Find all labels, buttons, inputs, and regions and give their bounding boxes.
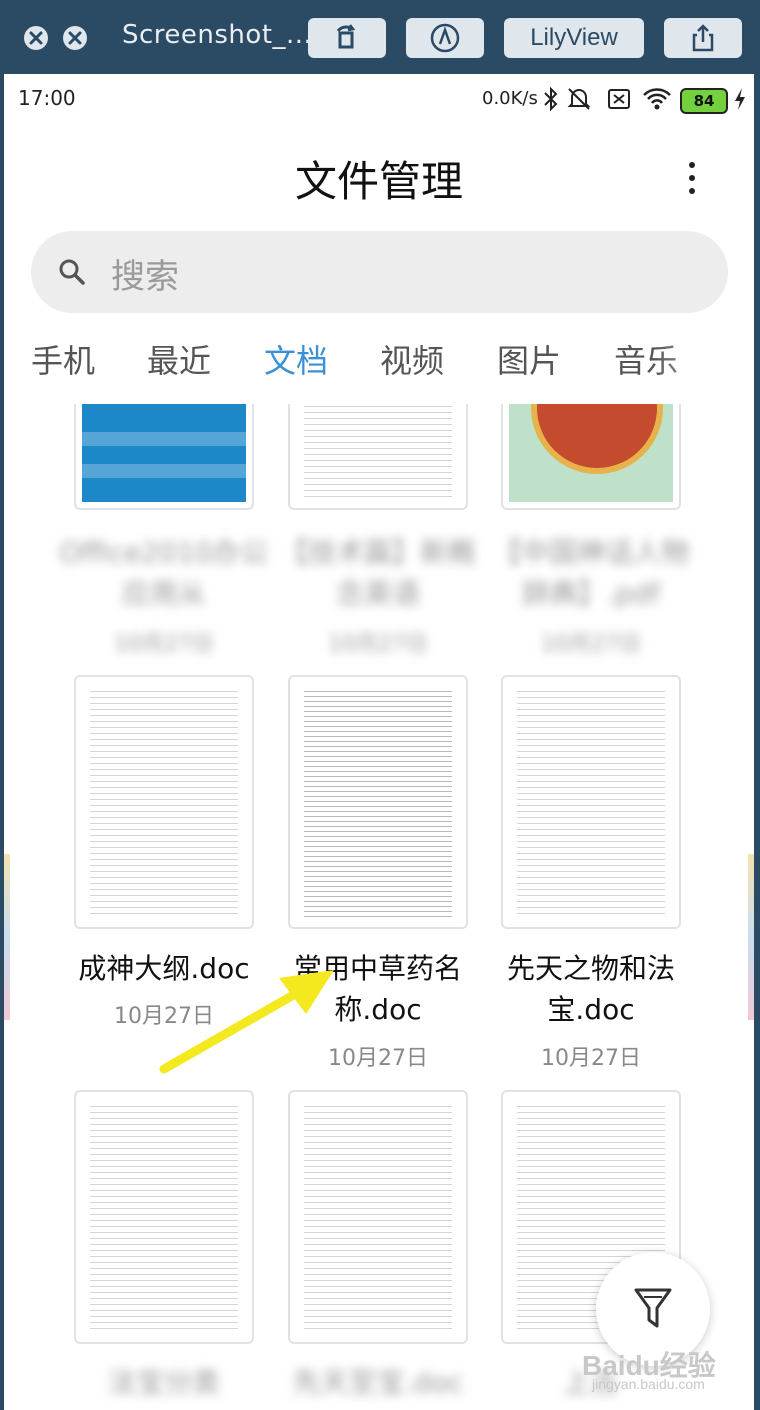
file-name[interactable]: 先天之物和法宝.doc [484,948,698,1030]
network-speed: 0.0K/s [482,88,538,109]
no-sim-icon [608,89,630,109]
file-thumbnail[interactable] [74,675,254,929]
watermark-url: jingyan.baidu.com [592,1376,705,1392]
tab-videos[interactable]: 视频 [380,336,444,382]
share-icon [692,24,714,52]
file-thumbnail[interactable] [74,404,254,510]
battery-indicator: 84 [680,88,728,114]
viewer-toolbar: Screenshot_... LilyView [0,0,760,74]
tab-recent[interactable]: 最近 [147,336,211,382]
tab-images[interactable]: 图片 [497,336,561,382]
annotation-arrow-icon [159,970,334,1074]
edge-strip-left [4,854,10,1020]
file-thumbnail[interactable] [501,675,681,929]
minimize-window-icon[interactable] [63,26,87,50]
status-bar: 17:00 0.0K/s 84 [4,74,754,126]
file-thumbnail[interactable] [288,404,468,510]
mute-bell-icon [567,88,591,110]
markup-button[interactable] [406,18,484,58]
phone-screen: 17:00 0.0K/s 84 文件管理 搜索 手机 最近 文档 视频 图片 音… [4,74,754,1410]
book-cover-image [509,404,673,502]
file-date: 10月27日 [328,632,428,657]
lilyview-button[interactable]: LilyView [504,18,644,58]
tab-phone[interactable]: 手机 [31,336,95,382]
file-date: 10月27日 [541,632,641,657]
file-name[interactable]: 【中国神话人物辞典】.pdf [484,532,698,614]
more-options-icon[interactable] [680,158,704,202]
file-thumbnail[interactable] [288,1090,468,1344]
tab-documents[interactable]: 文档 [264,336,328,382]
file-name[interactable]: 【技术篇】新概念英语 [271,532,485,614]
file-thumbnail[interactable] [501,404,681,510]
book-cover-image [82,404,246,502]
rotate-button[interactable] [308,18,386,58]
tabs-fade [654,329,754,399]
edge-strip-right [748,854,754,1020]
search-bar[interactable]: 搜索 [31,231,728,313]
file-name[interactable]: Office2010办公应用从 [57,532,271,614]
filter-icon [634,1288,672,1328]
wifi-icon [643,88,671,110]
viewer-title: Screenshot_... [122,20,313,50]
charging-icon [735,88,745,110]
status-time: 17:00 [18,86,76,110]
pen-icon [430,23,460,53]
share-button[interactable] [664,18,742,58]
close-window-icon[interactable] [24,26,48,50]
bluetooth-icon [544,86,558,112]
search-icon [59,259,85,285]
file-thumbnail[interactable] [288,675,468,929]
file-thumbnail[interactable] [74,1090,254,1344]
file-date: 10月27日 [114,632,214,657]
page-title: 文件管理 [294,157,463,206]
search-placeholder: 搜索 [111,257,179,297]
file-name[interactable]: 先天至宝.doc [271,1362,485,1403]
file-name[interactable]: 法宝分类 [57,1362,271,1403]
category-tabs: 手机 最近 文档 视频 图片 音乐 [4,336,754,396]
file-date: 10月27日 [541,1046,641,1071]
rotate-icon [336,24,356,49]
